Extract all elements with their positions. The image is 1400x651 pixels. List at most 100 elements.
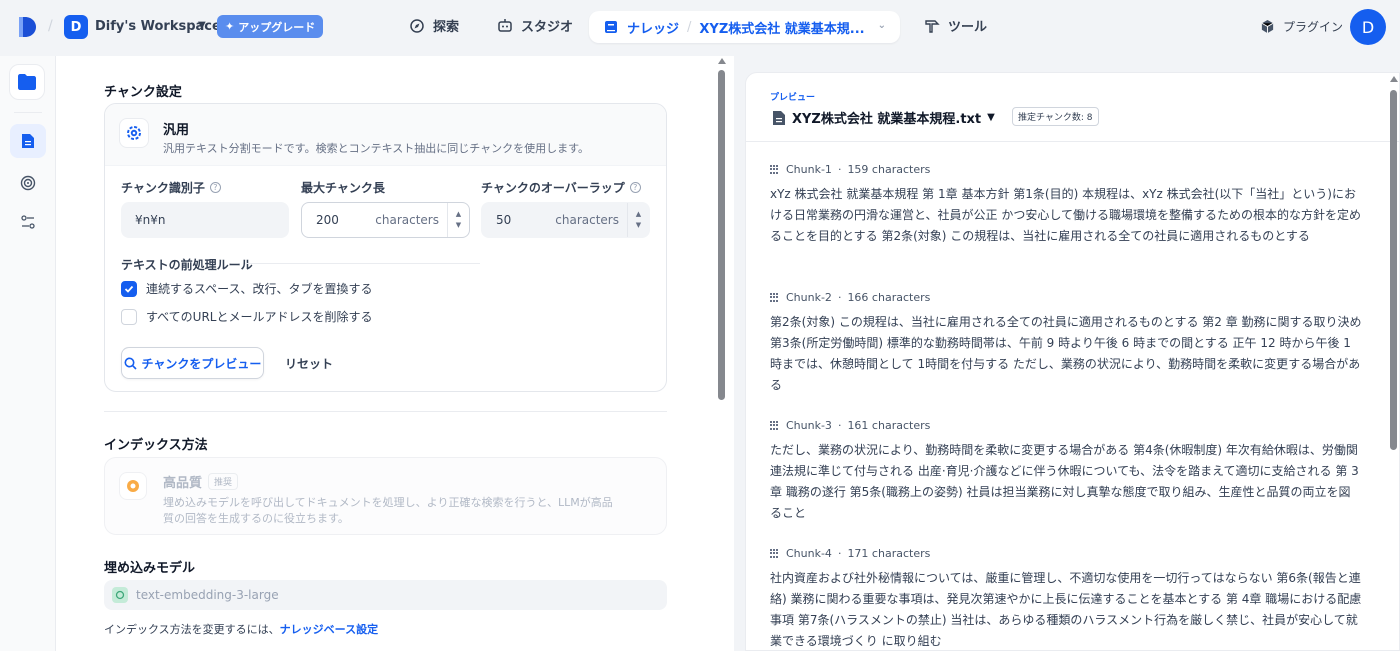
index-change-note: インデックス方法を変更するには、ナレッジベース設定 (104, 621, 378, 637)
dify-logo-icon[interactable] (14, 14, 40, 40)
meta-separator: · (837, 291, 842, 304)
chunk-char-count: 159 characters (847, 163, 931, 176)
index-title-text: 高品質 (163, 476, 203, 491)
chunk-name: Chunk-2 (786, 291, 832, 304)
nav-knowledge-label: ナレッジ (627, 21, 680, 37)
general-chunk-card[interactable]: 汎用 汎用テキスト分割モードです。検索とコンテキスト抽出に同じチャンクを使用しま… (104, 103, 667, 392)
nav-explore[interactable]: 探索 (409, 16, 459, 35)
overlap-label-text: チャンクのオーバーラップ (481, 181, 625, 195)
chevron-down-icon[interactable]: ▼ (987, 112, 995, 123)
nav-tools[interactable]: ツール (924, 16, 987, 35)
chevron-down-icon[interactable]: ▼ (456, 220, 461, 231)
max-length-input[interactable]: 200 characters ▲ ▼ (301, 202, 470, 238)
embedding-model-title: 埋め込みモデル (104, 561, 196, 576)
chunk-char-count: 166 characters (847, 291, 931, 304)
meta-separator: · (837, 547, 842, 560)
scroll-up-arrow[interactable] (718, 58, 726, 64)
upgrade-button[interactable]: ✦ アップグレード (217, 15, 324, 38)
info-icon[interactable]: ? (629, 182, 641, 193)
overlap-stepper[interactable]: ▲ ▼ (627, 203, 649, 237)
max-length-unit: characters (375, 213, 439, 227)
file-icon (773, 110, 785, 125)
check-icon (124, 285, 134, 293)
left-rail (0, 56, 56, 651)
breadcrumb-separator: / (687, 19, 692, 35)
general-title: 汎用 (163, 123, 190, 138)
preview-chunk-label: チャンクをプレビュー (141, 356, 262, 371)
chevron-up-icon[interactable]: ▲ (636, 209, 641, 220)
folder-icon (18, 74, 36, 90)
info-icon[interactable]: ? (209, 182, 221, 193)
chunk-text: 社内資産および社外秘情報については、厳重に管理し、不適切な使用を一切行ってはなら… (770, 571, 1362, 648)
chunk-settings-title: チャンク設定 (104, 85, 182, 100)
cube-icon (1261, 19, 1274, 34)
preview-eyebrow: プレビュー (770, 93, 816, 103)
plugin-button[interactable]: プラグイン (1260, 18, 1343, 35)
chevron-down-icon[interactable]: ⌄ (878, 20, 886, 31)
rail-retrieval-testing[interactable] (10, 166, 46, 200)
chevron-up-icon[interactable]: ▲ (456, 209, 461, 220)
preview-scrollbar[interactable] (1390, 90, 1397, 450)
embedding-model-value: text-embedding-3-large (136, 588, 279, 602)
preview-header-divider (746, 141, 1399, 142)
rail-documents[interactable] (10, 124, 46, 158)
index-high-quality-card[interactable]: 高品質 推奨 埋め込みモデルを呼び出してドキュメントを処理し、より正確な検索を行… (104, 457, 667, 535)
hammer-icon (925, 19, 940, 33)
index-description: 埋め込みモデルを呼び出してドキュメントを処理し、より正確な検索を行うと、LLMが… (163, 496, 613, 525)
settings-sliders-icon (21, 215, 35, 229)
chunk-grid-icon (770, 164, 780, 175)
overlap-input[interactable]: 50 characters ▲ ▼ (481, 202, 650, 238)
index-title: 高品質 推奨 (163, 472, 239, 491)
star-icon (119, 472, 147, 500)
chunk-text: 第2条(対象) この規程は、当社に雇用される全ての社員に適用されるものとする 第… (770, 315, 1362, 392)
document-icon (22, 134, 34, 148)
rail-divider (14, 112, 42, 113)
reset-button[interactable]: リセット (277, 347, 341, 379)
chunk-item: Chunk-1 · 159 characters xYz 株式会社 就業基本規程… (770, 163, 1362, 247)
knowledge-settings-link[interactable]: ナレッジベース設定 (280, 623, 378, 636)
workspace-avatar[interactable]: D (64, 15, 88, 39)
note-text: インデックス方法を変更するには、 (104, 623, 280, 636)
dataset-folder-button[interactable] (9, 64, 45, 100)
chevron-down-icon[interactable]: ▼ (198, 20, 206, 31)
preview-file-selector[interactable]: XYZ株式会社 就業基本規程.txt ▼ (772, 108, 995, 127)
openai-icon (112, 587, 128, 603)
max-length-stepper[interactable]: ▲ ▼ (447, 203, 469, 237)
chunk-grid-icon (770, 548, 780, 559)
settings-scrollbar[interactable] (718, 70, 725, 400)
embedding-model-select[interactable]: text-embedding-3-large (104, 580, 667, 610)
nav-studio[interactable]: スタジオ (497, 16, 573, 35)
nav-explore-label: 探索 (433, 20, 460, 35)
user-avatar[interactable]: D (1350, 9, 1386, 45)
robot-icon (498, 18, 512, 32)
rule-label: すべてのURLとメールアドレスを削除する (146, 310, 373, 324)
gear-icon (119, 118, 149, 148)
rail-settings[interactable] (10, 205, 46, 239)
target-icon (20, 175, 36, 191)
chunk-grid-icon (770, 420, 780, 431)
chunk-text: ただし、業務の状況により、勤務時間を柔軟に変更する場合がある 第4条(休暇制度)… (770, 443, 1359, 520)
checkbox-unchecked[interactable] (121, 308, 137, 325)
preprocess-divider (245, 263, 480, 264)
max-length-value: 200 (316, 213, 339, 227)
upgrade-label: アップグレード (238, 20, 316, 34)
delimiter-input[interactable]: ¥n¥n (121, 202, 289, 238)
dataset-selector[interactable]: XYZ株式会社 就業基本規... (699, 18, 864, 37)
nav-studio-label: スタジオ (521, 20, 574, 35)
compass-icon (410, 18, 424, 33)
rule-remove-urls[interactable]: すべてのURLとメールアドレスを削除する (121, 308, 373, 325)
rule-replace-spaces[interactable]: 連続するスペース、改行、タブを置換する (121, 280, 373, 297)
delimiter-label-text: チャンク識別子 (121, 181, 205, 195)
preprocess-label: テキストの前処理ルール (121, 258, 253, 272)
chunk-name: Chunk-4 (786, 547, 832, 560)
chevron-down-icon[interactable]: ▼ (636, 220, 641, 231)
settings-panel: チャンク設定 汎用 汎用テキスト分割モードです。検索とコンテキスト抽出に同じチャ… (56, 56, 734, 651)
estimate-chunk-badge: 推定チャンク数: 8 (1012, 107, 1099, 126)
checkbox-checked[interactable] (121, 280, 137, 297)
rule-label: 連続するスペース、改行、タブを置換する (146, 282, 373, 296)
scroll-up-arrow[interactable] (1390, 76, 1398, 82)
preview-chunk-button[interactable]: チャンクをプレビュー (121, 347, 264, 379)
overlap-unit: characters (555, 213, 619, 227)
chunk-meta: Chunk-1 · 159 characters (770, 163, 1362, 176)
nav-knowledge[interactable]: ナレッジ / XYZ株式会社 就業基本規... ⌄ (589, 11, 900, 43)
